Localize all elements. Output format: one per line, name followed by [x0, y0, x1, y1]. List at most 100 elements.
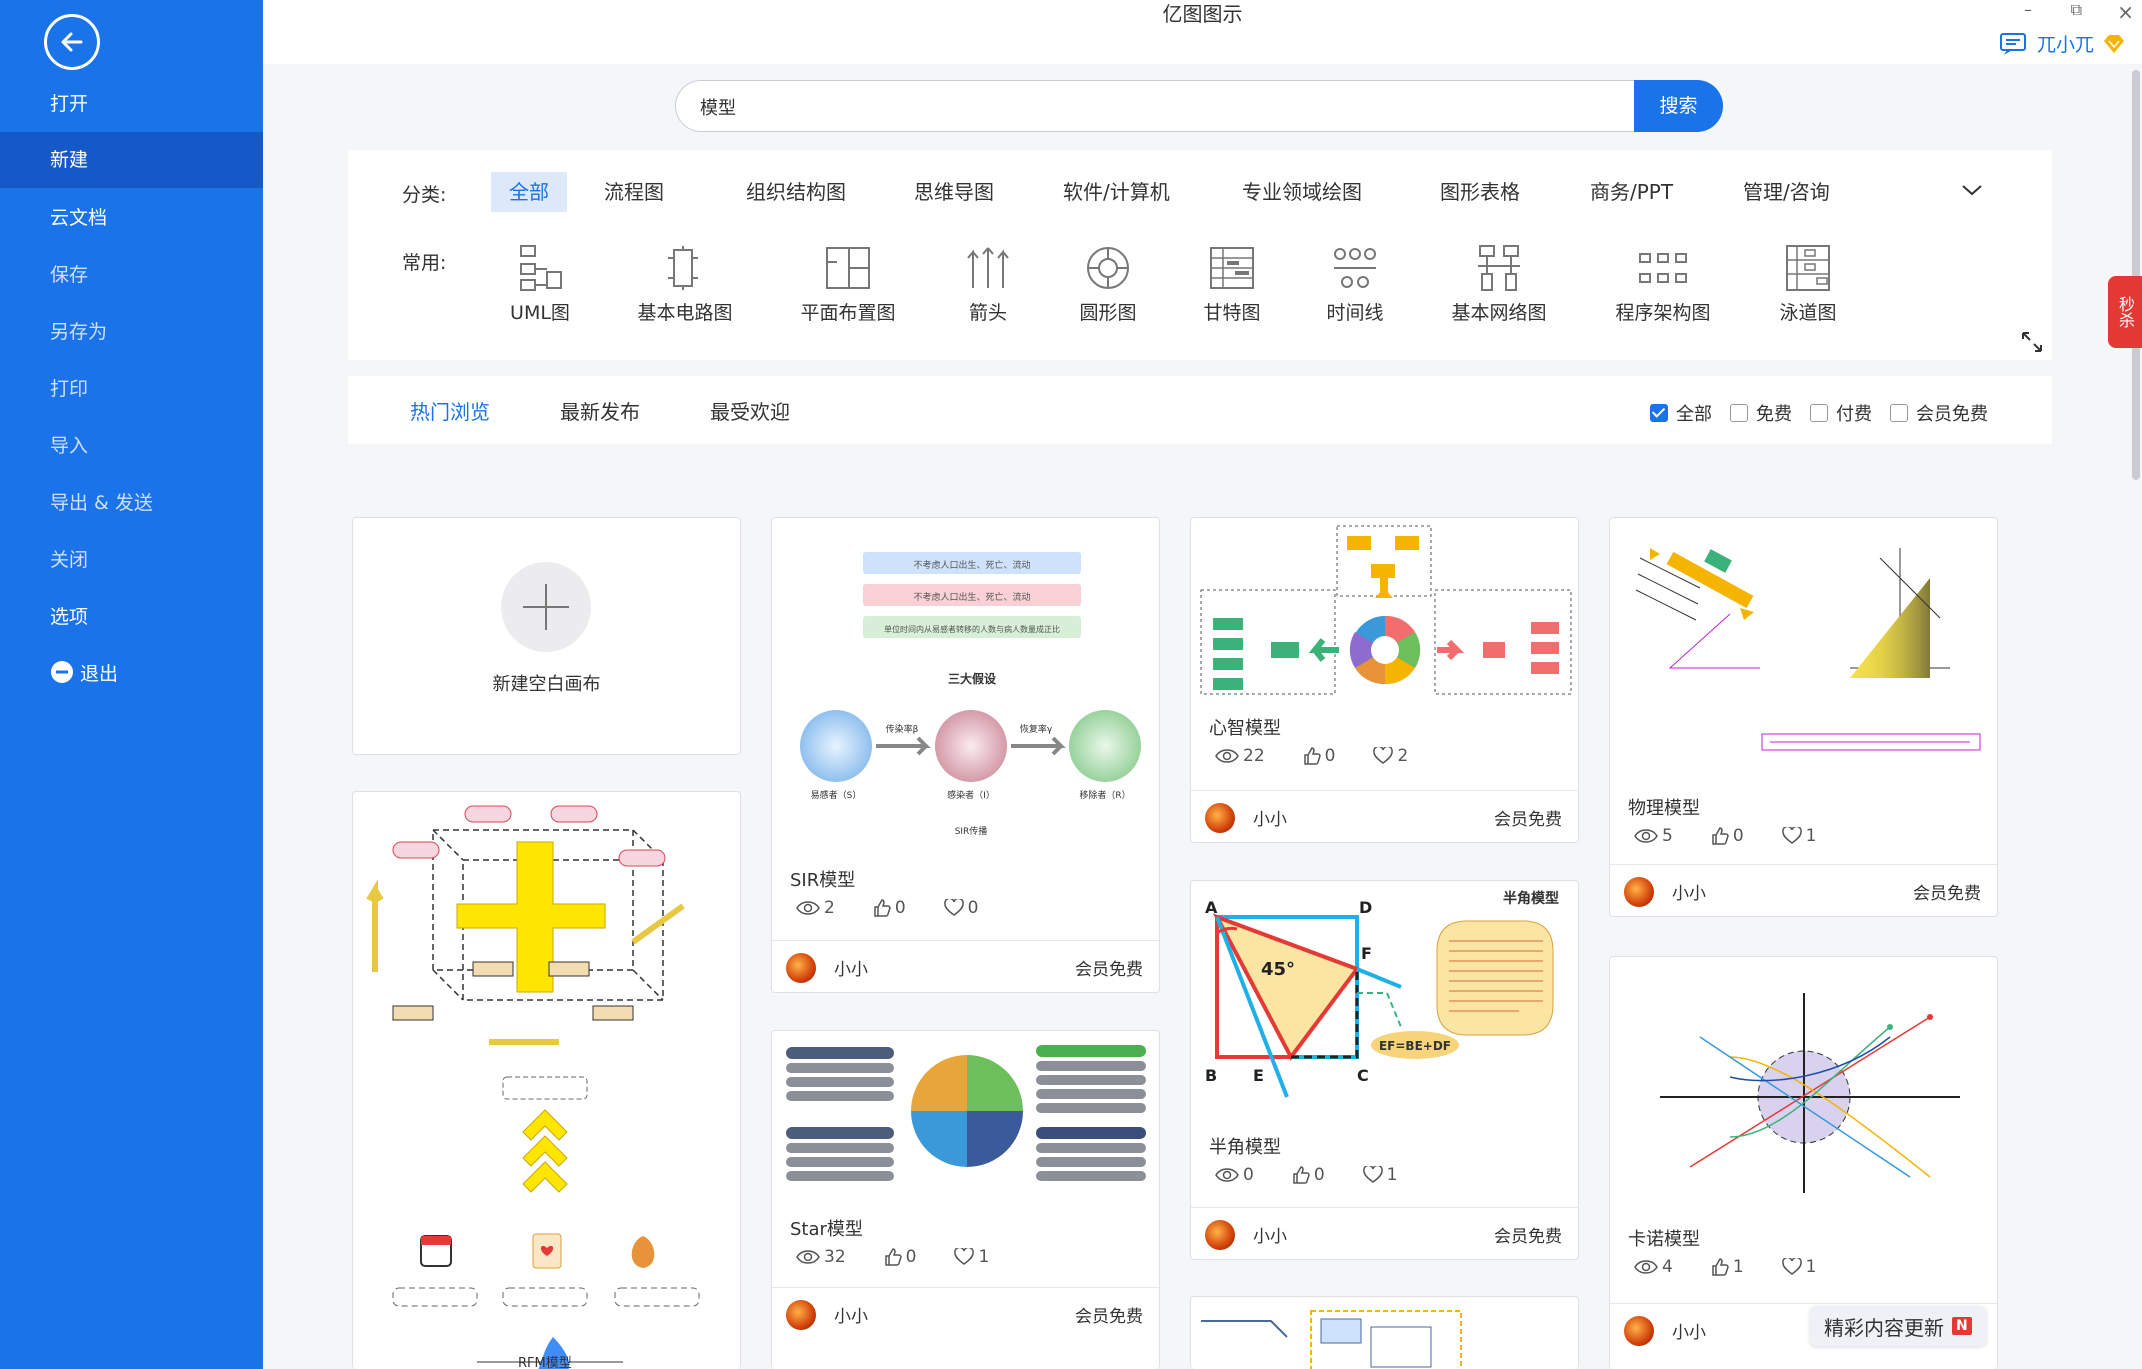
avatar[interactable] — [1205, 803, 1235, 833]
common-item-swimlane[interactable]: 泳道图 — [1738, 244, 1878, 325]
common-item-circle-chart[interactable]: 圆形图 — [1038, 244, 1178, 325]
sidebar-item-open[interactable]: 打开 — [0, 76, 263, 132]
scrollbar[interactable] — [2132, 70, 2140, 480]
tab-all[interactable]: 全部 — [491, 172, 567, 212]
tab-software[interactable]: 软件/计算机 — [1045, 172, 1188, 212]
sort-tab-popular[interactable]: 最受欢迎 — [710, 396, 790, 425]
template-card-rfm[interactable]: RFM模型 — [352, 791, 741, 1369]
author-name[interactable]: 小小 — [1672, 1318, 1706, 1343]
back-button[interactable] — [44, 14, 100, 70]
sidebar-item-save[interactable]: 保存 — [0, 247, 263, 303]
checkbox-paid[interactable] — [1810, 404, 1828, 422]
tab-graphic-table[interactable]: 图形表格 — [1422, 172, 1538, 212]
likes-stat[interactable]: 0 — [884, 1247, 916, 1267]
avatar[interactable] — [1624, 1316, 1654, 1346]
heart-icon — [954, 1248, 975, 1265]
favs-count: 1 — [1805, 826, 1817, 846]
likes-stat[interactable]: 0 — [1303, 746, 1335, 766]
plus-button[interactable] — [501, 562, 591, 652]
favs-stat[interactable]: 1 — [1781, 826, 1817, 846]
likes-stat[interactable]: 1 — [1711, 1257, 1744, 1277]
sidebar-item-cloud[interactable]: 云文档 — [0, 190, 263, 246]
checkbox-member-free[interactable] — [1890, 404, 1908, 422]
likes-stat[interactable]: 0 — [1711, 826, 1744, 846]
tab-business-ppt[interactable]: 商务/PPT — [1572, 172, 1691, 212]
point-d-label: D — [1359, 898, 1372, 917]
tab-management[interactable]: 管理/咨询 — [1725, 172, 1848, 212]
filter-member-free[interactable]: 会员免费 — [1890, 400, 1988, 426]
favs-stat[interactable]: 1 — [1781, 1257, 1816, 1277]
sidebar-item-new[interactable]: 新建 — [0, 132, 263, 188]
search-button[interactable]: 搜索 — [1634, 80, 1723, 132]
username[interactable]: 兀小兀 — [2037, 30, 2094, 57]
filter-free[interactable]: 免费 — [1730, 400, 1792, 426]
sidebar-item-close[interactable]: 关闭 — [0, 532, 263, 588]
sir-box2-label: 不考虑人口出生、死亡、流动 — [913, 591, 1030, 603]
favs-stat[interactable]: 2 — [1373, 746, 1408, 766]
common-item-arrow[interactable]: 箭头 — [918, 244, 1058, 325]
tab-professional[interactable]: 专业领域绘图 — [1224, 172, 1380, 212]
eye-icon — [796, 1250, 820, 1264]
avatar[interactable] — [1205, 1220, 1235, 1250]
user-area[interactable]: 兀小兀 — [1999, 30, 2126, 57]
tab-flowchart[interactable]: 流程图 — [586, 172, 682, 212]
common-item-network[interactable]: 基本网络图 — [1429, 244, 1569, 325]
favs-stat[interactable]: 1 — [954, 1247, 989, 1267]
author-name[interactable]: 小小 — [1253, 805, 1287, 830]
favs-stat[interactable]: 1 — [1362, 1165, 1397, 1185]
likes-stat[interactable]: 0 — [873, 898, 906, 918]
checkbox-all[interactable] — [1650, 404, 1668, 422]
views-stat: 2 — [796, 898, 835, 918]
flash-sale-tab[interactable]: 秒杀 — [2108, 276, 2142, 348]
restore-button[interactable]: ⧉ — [2071, 0, 2082, 20]
kano-thumbnail — [1660, 993, 1960, 1193]
avatar[interactable] — [1624, 877, 1654, 907]
sidebar-item-options[interactable]: 选项 — [0, 589, 263, 645]
close-button[interactable]: × — [2117, 0, 2134, 24]
sidebar-item-import[interactable]: 导入 — [0, 418, 263, 474]
common-item-circuit[interactable]: 基本电路图 — [615, 244, 755, 325]
chevron-down-icon[interactable] — [1960, 182, 1984, 198]
common-item-timeline[interactable]: 时间线 — [1285, 244, 1425, 325]
minimize-button[interactable]: – — [2024, 0, 2032, 19]
author-name[interactable]: 小小 — [1672, 879, 1706, 904]
likes-count: 0 — [1732, 826, 1744, 846]
template-card-mental[interactable]: 心智模型 22 0 2 小小 会员免费 — [1190, 517, 1579, 843]
checkbox-free[interactable] — [1730, 404, 1748, 422]
likes-stat[interactable]: 0 — [1292, 1165, 1325, 1185]
expand-icon[interactable] — [2020, 330, 2044, 354]
sort-tab-latest[interactable]: 最新发布 — [560, 396, 640, 425]
filter-label: 免费 — [1756, 404, 1792, 425]
template-card-star[interactable]: Star模型 32 0 1 小小 会员免费 — [771, 1030, 1160, 1369]
template-card-half-angle[interactable]: EF=BE+DF 半角模型 45° A D F B E C 半角模型 0 0 1… — [1190, 880, 1579, 1260]
favs-stat[interactable]: 0 — [943, 898, 978, 918]
template-card-physics[interactable]: 物理模型 5 0 1 小小 会员免费 — [1609, 517, 1998, 917]
sidebar-item-save-as[interactable]: 另存为 — [0, 304, 263, 360]
avatar[interactable] — [786, 1300, 816, 1330]
sort-tab-hot[interactable]: 热门浏览 — [410, 396, 490, 425]
common-item-uml[interactable]: UML图 — [470, 244, 610, 325]
promo-banner[interactable]: 精彩内容更新 N — [1810, 1306, 1986, 1346]
point-b-label: B — [1205, 1066, 1217, 1085]
search-input[interactable] — [698, 81, 1602, 133]
sidebar-item-exit[interactable]: 退出 — [0, 646, 263, 702]
tab-mind-map[interactable]: 思维导图 — [896, 172, 1012, 212]
author-name[interactable]: 小小 — [1253, 1222, 1287, 1247]
template-card-sir[interactable]: 不考虑人口出生、死亡、流动 不考虑人口出生、死亡、流动 单位时间内从易感者转移的… — [771, 517, 1160, 993]
author-name[interactable]: 小小 — [834, 1302, 868, 1327]
filter-paid[interactable]: 付费 — [1810, 400, 1872, 426]
common-item-floor-plan[interactable]: 平面布置图 — [778, 244, 918, 325]
eye-icon — [1634, 1260, 1658, 1274]
template-card-partial[interactable] — [1190, 1296, 1579, 1369]
tab-org-chart[interactable]: 组织结构图 — [728, 172, 864, 212]
new-blank-card[interactable]: 新建空白画布 — [352, 517, 741, 755]
common-item-gantt[interactable]: 甘特图 — [1162, 244, 1302, 325]
common-item-program-arch[interactable]: 程序架构图 — [1593, 244, 1733, 325]
author-name[interactable]: 小小 — [834, 955, 868, 980]
sidebar-item-export[interactable]: 导出 & 发送 — [0, 475, 263, 531]
sidebar-item-print[interactable]: 打印 — [0, 361, 263, 417]
avatar[interactable] — [786, 953, 816, 983]
point-c-label: C — [1357, 1066, 1369, 1085]
network-icon — [1478, 245, 1520, 291]
filter-all[interactable]: 全部 — [1650, 400, 1712, 426]
